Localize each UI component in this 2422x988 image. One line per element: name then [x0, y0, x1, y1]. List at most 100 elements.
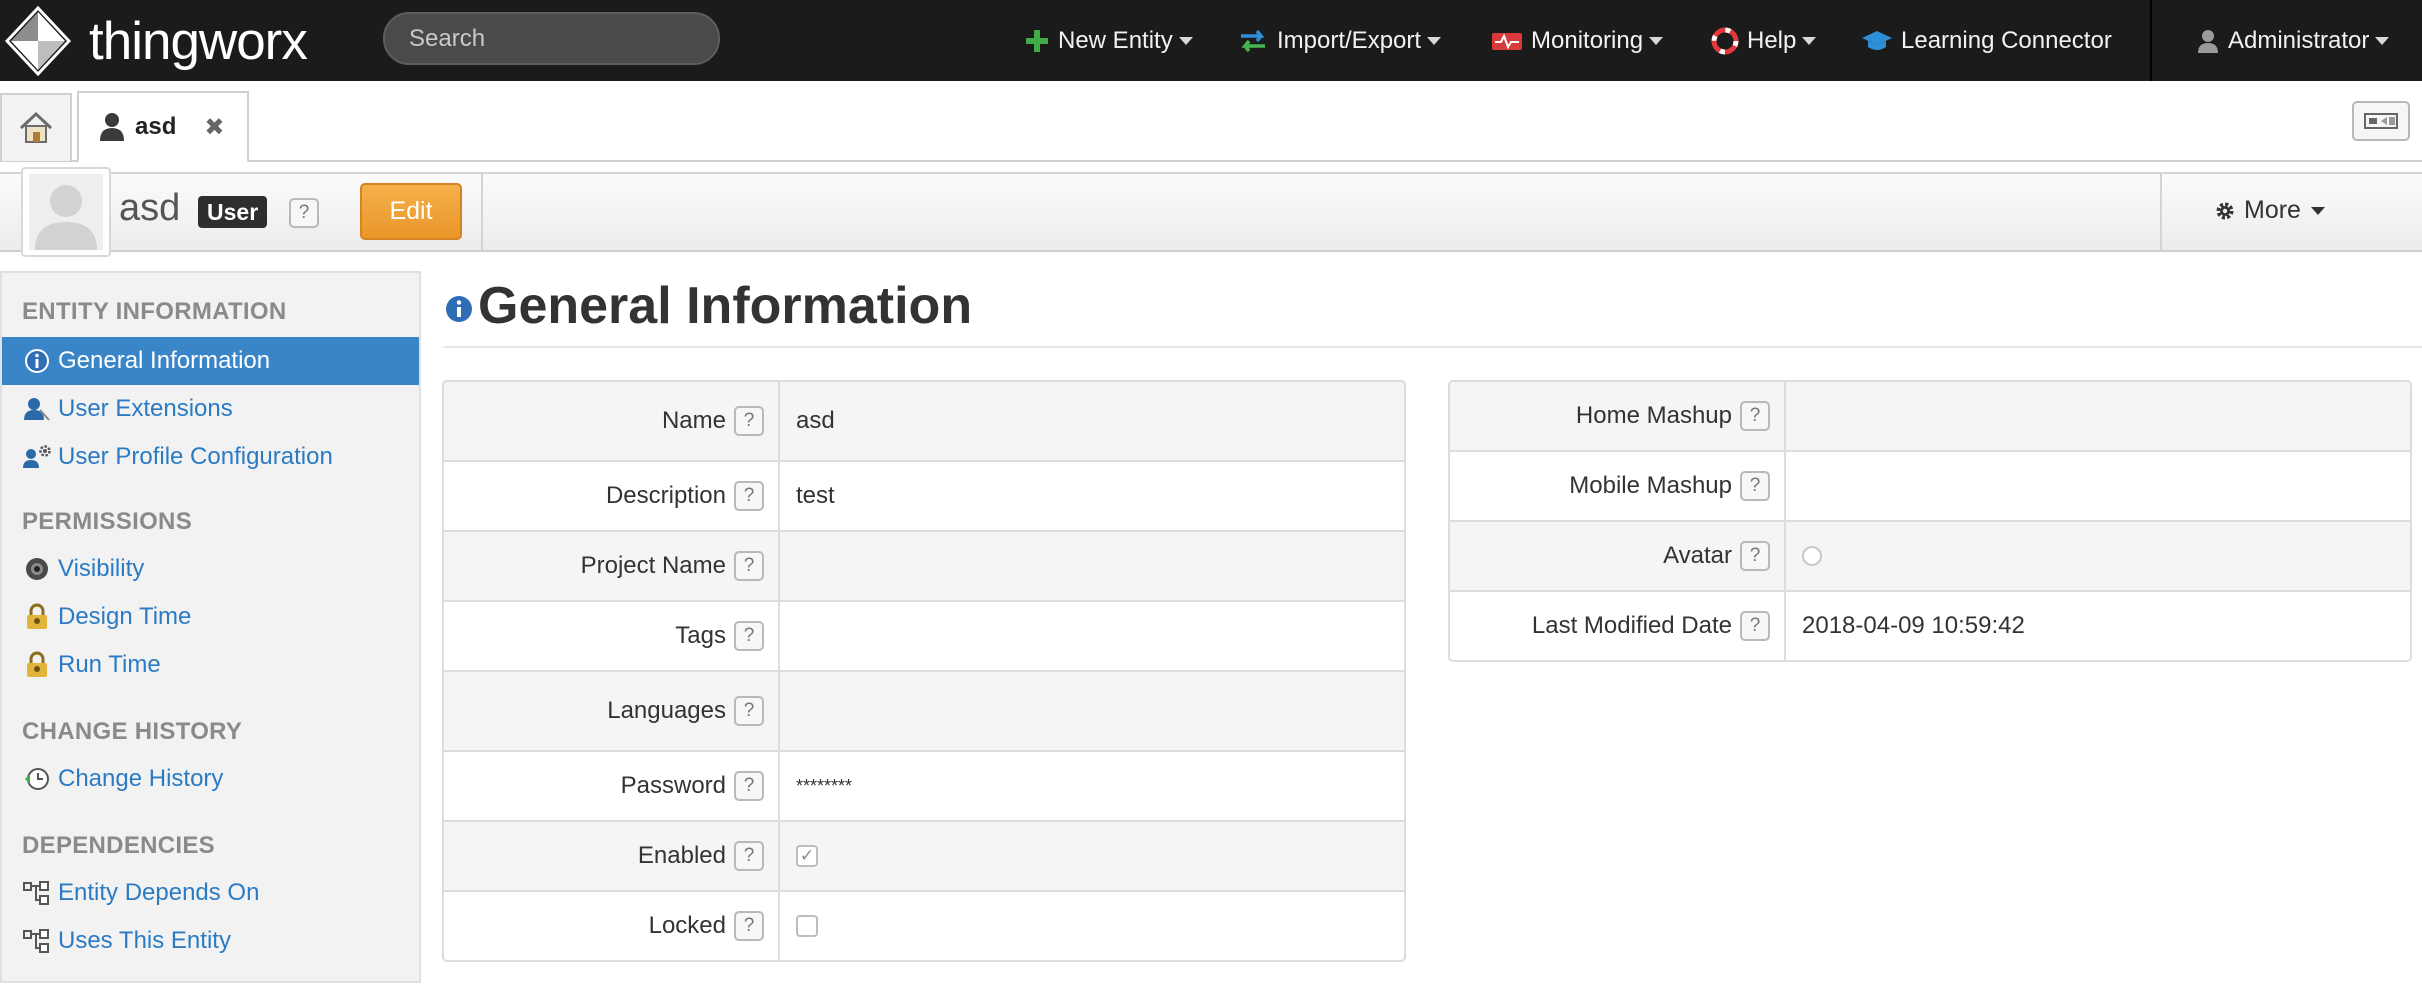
help-button[interactable]: ? — [1740, 541, 1770, 571]
help-button[interactable]: ? — [734, 621, 764, 651]
field-label-text: Last Modified Date — [1531, 612, 1732, 639]
field-label-text: Project Name — [580, 552, 726, 579]
sidebar-item-change-history[interactable]: Change History — [2, 755, 419, 803]
search-input[interactable]: Search — [383, 12, 720, 65]
help-button[interactable]: ? — [734, 696, 764, 726]
sidebar-item-uses-this-entity[interactable]: Uses This Entity — [2, 917, 419, 965]
user-icon — [100, 113, 124, 141]
help-menu[interactable]: Help — [1711, 0, 1817, 81]
entity-help-button[interactable]: ? — [289, 198, 319, 228]
field-label: Home Mashup? — [1450, 382, 1786, 450]
history-clock-icon — [22, 764, 52, 794]
sidebar-item-visibility[interactable]: Visibility — [2, 545, 419, 593]
lock-user-icon — [22, 650, 52, 680]
help-button[interactable]: ? — [734, 551, 764, 581]
help-button[interactable]: ? — [1740, 611, 1770, 641]
sidebar-item-entity-depends-on[interactable]: Entity Depends On — [2, 869, 419, 917]
sidebar-item-label: User Profile Configuration — [58, 443, 333, 470]
search-placeholder: Search — [409, 25, 486, 52]
field-row-locked: Locked? — [444, 892, 1404, 960]
section-dependencies: DEPENDENCIES — [22, 832, 215, 859]
dependency-tree-icon — [22, 926, 52, 956]
entity-type-badge: User — [198, 196, 268, 228]
entity-name: asd — [119, 187, 181, 229]
new-entity-label: New Entity — [1058, 26, 1173, 54]
field-label: Locked? — [444, 892, 780, 960]
help-button[interactable]: ? — [734, 841, 764, 871]
tab-strip-border — [0, 160, 2422, 162]
chevron-down-icon — [1649, 36, 1664, 45]
user-placeholder-icon — [29, 174, 103, 250]
locked-checkbox[interactable] — [796, 915, 818, 937]
field-label-text: Name — [661, 407, 726, 434]
tab-label: asd — [135, 113, 177, 140]
last-modified-date-value: 2018-04-09 10:59:42 — [1802, 612, 2025, 639]
graduation-cap-icon — [1861, 28, 1893, 54]
help-button[interactable]: ? — [734, 771, 764, 801]
close-icon[interactable]: ✖ — [204, 113, 224, 142]
monitoring-menu[interactable]: Monitoring — [1491, 0, 1664, 81]
sidebar-item-label: User Extensions — [58, 395, 233, 422]
field-row-name: Name? asd — [444, 382, 1404, 462]
edit-button[interactable]: Edit — [360, 183, 462, 240]
enabled-checkbox[interactable]: ✓ — [796, 845, 818, 867]
field-row-enabled: Enabled? ✓ — [444, 822, 1404, 892]
help-button[interactable]: ? — [1740, 401, 1770, 431]
section-change-history: CHANGE HISTORY — [22, 718, 243, 745]
field-label-text: Enabled — [637, 842, 726, 869]
transfer-arrows-icon — [1237, 28, 1269, 54]
field-label: Avatar? — [1450, 522, 1786, 590]
sidebar-item-design-time[interactable]: Design Time — [2, 593, 419, 641]
dependency-tree-icon — [22, 878, 52, 908]
lock-user-icon — [22, 602, 52, 632]
field-row-last-modified-date: Last Modified Date? 2018-04-09 10:59:42 — [1450, 592, 2410, 660]
avatar — [21, 167, 111, 257]
visibility-icon — [22, 554, 52, 584]
home-icon — [19, 111, 53, 143]
user-label: Administrator — [2228, 26, 2370, 54]
learning-connector-label: Learning Connector — [1901, 26, 2112, 54]
tab-list-button[interactable] — [2352, 101, 2410, 141]
nav-divider — [2150, 0, 2152, 81]
sidebar-item-run-time[interactable]: Run Time — [2, 641, 419, 689]
entity-sidebar: ENTITY INFORMATION General Information U… — [0, 271, 421, 983]
avatar-placeholder — [1802, 546, 1822, 566]
help-button[interactable]: ? — [734, 406, 764, 436]
brand-name: thingworx — [89, 11, 308, 71]
header-divider — [481, 174, 483, 250]
more-button[interactable]: More — [2214, 196, 2325, 225]
tab-strip — [0, 81, 2422, 161]
top-navigation-bar: thingworx Search New Entity Import/Expor… — [0, 0, 2422, 81]
sidebar-item-user-extensions[interactable]: User Extensions — [2, 385, 419, 433]
monitoring-label: Monitoring — [1531, 26, 1644, 54]
locked-value — [780, 892, 818, 960]
learning-connector-link[interactable]: Learning Connector — [1861, 0, 2112, 81]
new-entity-menu[interactable]: New Entity — [1024, 0, 1193, 81]
user-menu[interactable]: Administrator — [2196, 0, 2390, 81]
project-name-value — [780, 532, 796, 600]
import-export-menu[interactable]: Import/Export — [1237, 0, 1442, 81]
sidebar-item-general-information[interactable]: General Information — [2, 337, 419, 385]
field-label-text: Password — [620, 772, 726, 799]
home-tab[interactable] — [0, 93, 72, 161]
mobile-mashup-value — [1786, 452, 1802, 520]
sidebar-item-label: Entity Depends On — [58, 879, 260, 906]
field-label: Project Name? — [444, 532, 780, 600]
sidebar-item-user-profile-configuration[interactable]: User Profile Configuration — [2, 433, 419, 481]
help-button[interactable]: ? — [1740, 471, 1770, 501]
tab-asd[interactable]: asd ✖ — [77, 91, 249, 163]
info-icon — [22, 346, 52, 376]
avatar-value — [1786, 522, 1822, 590]
field-label-text: Languages — [607, 697, 726, 724]
help-button[interactable]: ? — [734, 481, 764, 511]
page-title-text: General Information — [478, 277, 973, 335]
field-row-mobile-mashup: Mobile Mashup? — [1450, 452, 2410, 522]
password-value: ******** — [796, 775, 853, 796]
section-entity-information: ENTITY INFORMATION — [22, 298, 287, 325]
sidebar-item-label: Run Time — [58, 651, 161, 678]
field-label-text: Description — [605, 482, 726, 509]
field-label: Name? — [444, 382, 780, 460]
help-button[interactable]: ? — [734, 911, 764, 941]
thingworx-logo[interactable]: thingworx — [5, 6, 308, 76]
field-row-password: Password? ******** — [444, 752, 1404, 822]
